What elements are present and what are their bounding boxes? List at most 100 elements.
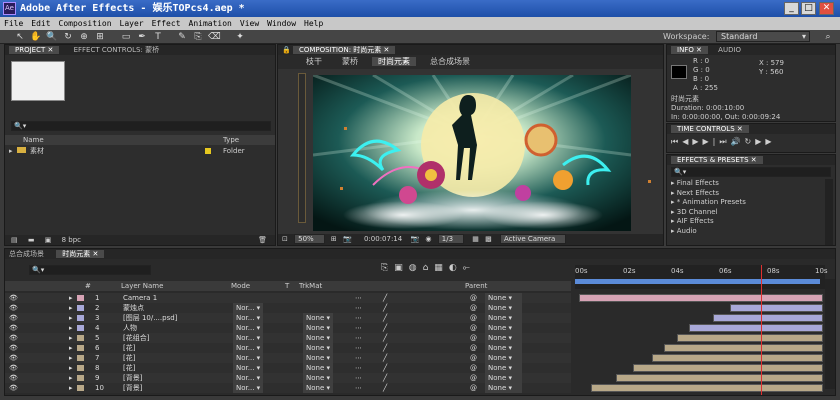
visibility-icon[interactable]: 👁 xyxy=(9,343,18,353)
layer-duration-bar[interactable] xyxy=(664,344,823,352)
expand-triangle-icon[interactable]: ▸ xyxy=(69,313,73,323)
region-icon[interactable]: ▦ xyxy=(472,235,479,243)
layer-row[interactable]: 👁 ▸ 6 [花] Nor... ▾ None ▾ ⋯ ╱ @ None ▾ xyxy=(5,343,571,353)
pickwhip-icon[interactable]: @ xyxy=(470,303,477,313)
lock-icon[interactable]: 🔒 xyxy=(282,46,291,54)
expand-triangle-icon[interactable]: ▸ xyxy=(69,363,73,373)
project-search-input[interactable]: 🔍▾ xyxy=(11,121,271,131)
graph-editor-icon[interactable]: ⟜ xyxy=(463,263,476,273)
hand-tool-icon[interactable]: ✋ xyxy=(30,31,42,43)
zoom-tool-icon[interactable]: 🔍 xyxy=(46,31,58,43)
mode-select[interactable]: Nor... ▾ xyxy=(233,363,264,373)
visibility-icon[interactable]: 👁 xyxy=(9,373,18,383)
pickwhip-icon[interactable]: @ xyxy=(470,313,477,323)
clone-tool-icon[interactable]: ⎘ xyxy=(192,31,204,43)
search-help-icon[interactable]: ⌕ xyxy=(822,31,834,43)
menu-composition[interactable]: Composition xyxy=(59,19,112,28)
mode-select[interactable]: Nor... ▾ xyxy=(233,353,264,363)
effects-scrollbar[interactable] xyxy=(825,179,833,245)
timeline-search-input[interactable]: 🔍▾ xyxy=(29,265,151,275)
switches-icon[interactable]: ⋯ xyxy=(355,363,362,373)
rotate-tool-icon[interactable]: ↻ xyxy=(62,31,74,43)
trkmat-select[interactable]: None ▾ xyxy=(303,383,334,393)
effects-list-item[interactable]: ▸ * Animation Presets xyxy=(671,198,821,208)
trkmat-select[interactable]: None ▾ xyxy=(303,323,334,333)
col-trkmat[interactable]: TrkMat xyxy=(299,281,322,291)
pan-behind-tool-icon[interactable]: ⊞ xyxy=(94,31,106,43)
quality-icon[interactable]: ╱ xyxy=(383,383,387,393)
last-frame-icon[interactable]: ⏭ xyxy=(719,137,730,146)
breadcrumb-item[interactable]: 枝干 xyxy=(300,57,328,66)
quality-icon[interactable]: ╱ xyxy=(383,343,387,353)
puppet-tool-icon[interactable]: ✦ xyxy=(234,31,246,43)
next-frame-icon[interactable]: ▶| xyxy=(703,137,720,146)
first-frame-icon[interactable]: ⏮ xyxy=(671,137,682,146)
parent-select[interactable]: None ▾ xyxy=(485,323,523,333)
pickwhip-icon[interactable]: @ xyxy=(470,323,477,333)
pickwhip-icon[interactable]: @ xyxy=(470,353,477,363)
motion-blur-icon[interactable]: ▦ xyxy=(434,263,449,273)
expand-triangle-icon[interactable]: ▸ xyxy=(69,383,73,393)
expand-triangle-icon[interactable]: ▸ xyxy=(69,343,73,353)
expand-triangle-icon[interactable]: ▸ xyxy=(69,353,73,363)
mode-select[interactable]: Nor... ▾ xyxy=(233,333,264,343)
col-name[interactable]: Name xyxy=(23,136,44,144)
breadcrumb-item[interactable]: 时尚元素 xyxy=(372,57,416,66)
parent-select[interactable]: None ▾ xyxy=(485,293,523,303)
expand-triangle-icon[interactable]: ▸ xyxy=(69,373,73,383)
mode-select[interactable]: Nor... ▾ xyxy=(233,313,264,323)
magnify-icon[interactable]: ⊡ xyxy=(282,235,288,243)
layer-duration-bar[interactable] xyxy=(652,354,823,362)
menu-view[interactable]: View xyxy=(240,19,259,28)
pickwhip-icon[interactable]: @ xyxy=(470,373,477,383)
comp-flowchart-icon[interactable]: ⎘ xyxy=(381,263,394,273)
draft3d-icon[interactable]: ▣ xyxy=(394,263,409,273)
breadcrumb-item[interactable]: 总合成场景 xyxy=(424,57,476,66)
visibility-icon[interactable]: 👁 xyxy=(9,353,18,363)
effects-list-item[interactable]: ▸ Audio xyxy=(671,227,821,237)
pickwhip-icon[interactable]: @ xyxy=(470,293,477,303)
layer-duration-bar[interactable] xyxy=(632,364,823,372)
quality-icon[interactable]: ╱ xyxy=(383,323,387,333)
parent-select[interactable]: None ▾ xyxy=(485,353,523,363)
switches-icon[interactable]: ⋯ xyxy=(355,293,362,303)
tab-time-controls[interactable]: TIME CONTROLS ✕ xyxy=(671,125,749,133)
visibility-icon[interactable]: 👁 xyxy=(9,323,18,333)
layer-row[interactable]: 👁 ▸ 3 [图层 10/....psd] Nor... ▾ None ▾ ⋯ ╱ @ None … xyxy=(5,313,571,323)
switches-icon[interactable]: ⋯ xyxy=(355,313,362,323)
pen-tool-icon[interactable]: ✒ xyxy=(136,31,148,43)
channel-icon[interactable]: ◉ xyxy=(425,235,431,243)
quality-icon[interactable]: ╱ xyxy=(383,303,387,313)
play-icon[interactable]: ▶ xyxy=(692,137,702,146)
quality-icon[interactable]: ╱ xyxy=(383,313,387,323)
col-type[interactable]: Type xyxy=(223,135,239,145)
layer-duration-bar[interactable] xyxy=(676,334,823,342)
parent-select[interactable]: None ▾ xyxy=(485,343,523,353)
layer-row[interactable]: 👁 ▸ 7 [花] Nor... ▾ None ▾ ⋯ ╱ @ None ▾ xyxy=(5,353,571,363)
trkmat-select[interactable]: None ▾ xyxy=(303,373,334,383)
col-parent[interactable]: Parent xyxy=(465,281,487,291)
tab-audio[interactable]: AUDIO xyxy=(718,46,741,54)
trkmat-select[interactable]: None ▾ xyxy=(303,313,334,323)
parent-select[interactable]: None ▾ xyxy=(485,373,523,383)
quality-icon[interactable]: ╱ xyxy=(383,363,387,373)
layer-row[interactable]: 👁 ▸ 8 [花] Nor... ▾ None ▾ ⋯ ╱ @ None ▾ xyxy=(5,363,571,373)
workspace-select[interactable]: Standard ▾ xyxy=(716,31,810,42)
ram-preview-icon[interactable]: ▶▶ xyxy=(755,137,775,146)
quality-icon[interactable]: ╱ xyxy=(383,333,387,343)
effects-list-item[interactable]: ▸ Final Effects xyxy=(671,179,821,189)
close-button[interactable]: ✕ xyxy=(819,2,834,15)
quality-icon[interactable]: ╱ xyxy=(383,373,387,383)
expand-triangle-icon[interactable]: ▸ xyxy=(69,333,73,343)
zoom-select[interactable]: 50% xyxy=(294,234,325,244)
mode-select[interactable]: Nor... ▾ xyxy=(233,303,264,313)
switches-icon[interactable]: ⋯ xyxy=(355,333,362,343)
project-item-row[interactable]: ▸ 素材 Folder xyxy=(5,146,275,156)
prev-frame-icon[interactable]: ◀ xyxy=(682,137,692,146)
layer-row[interactable]: 👁 ▸ 9 [背景] Nor... ▾ None ▾ ⋯ ╱ @ None ▾ xyxy=(5,373,571,383)
brush-tool-icon[interactable]: ✎ xyxy=(176,31,188,43)
tab-master-comp[interactable]: 总合成场景 xyxy=(9,250,44,258)
maximize-button[interactable]: □ xyxy=(801,2,816,15)
visibility-icon[interactable]: 👁 xyxy=(9,383,18,393)
parent-select[interactable]: None ▾ xyxy=(485,383,523,393)
